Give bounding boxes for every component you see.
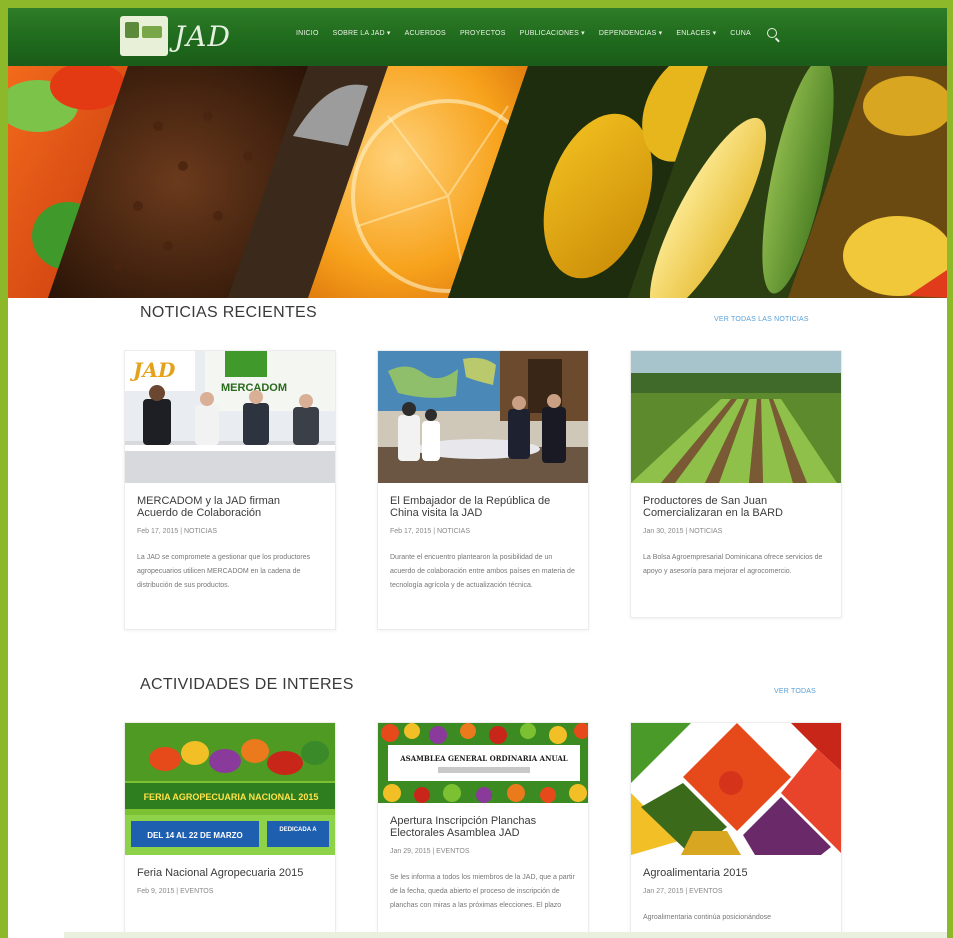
nav-item-enlaces[interactable]: ENLACES ▾ xyxy=(676,29,716,37)
activity-card-3-title[interactable]: Agroalimentaria 2015 xyxy=(643,867,829,879)
nav-item-publicaciones[interactable]: PUBLICACIONES ▾ xyxy=(520,29,585,37)
svg-text:JAD: JAD xyxy=(129,358,176,382)
news-card-3[interactable]: Productores de San Juan Comercializaran … xyxy=(630,350,842,618)
news-card-1-excerpt: La JAD se compromete a gestionar que los… xyxy=(137,554,311,589)
nav-item-proyectos[interactable]: PROYECTOS xyxy=(460,30,506,37)
news-card-2-image[interactable] xyxy=(378,351,588,483)
activity-card-2-meta: Jan 29, 2015 | EVENTOS xyxy=(390,848,470,855)
activity-card-2-title[interactable]: Apertura Inscripción Planchas Electorale… xyxy=(390,815,576,839)
news-card-2-meta: Feb 17, 2015 | NOTICIAS xyxy=(390,528,471,535)
activity-card-3[interactable]: Agroalimentaria 2015 Jan 27, 2015 | EVEN… xyxy=(630,722,842,938)
activity-card-3-image[interactable] xyxy=(631,723,841,855)
activities-section-title: ACTIVIDADES DE INTERES xyxy=(140,676,354,693)
logo-emblem xyxy=(120,16,168,56)
news-card-1-title[interactable]: MERCADOM y la JAD firman Acuerdo de Cola… xyxy=(137,495,323,519)
search-icon[interactable] xyxy=(766,28,777,38)
news-card-2[interactable]: El Embajador de la República de China vi… xyxy=(377,350,589,630)
news-card-3-title[interactable]: Productores de San Juan Comercializaran … xyxy=(643,495,829,519)
activity-card-2[interactable]: ASAMBLEA GENERAL ORDINARIA ANUAL Apertur… xyxy=(377,722,589,938)
activity-card-1-meta: Feb 9, 2015 | EVENTOS xyxy=(137,888,214,895)
news-card-3-meta: Jan 30, 2015 | NOTICIAS xyxy=(643,528,723,535)
activity-card-3-excerpt: Agroalimentaria continúa posicionándose xyxy=(643,914,772,921)
nav-item-sobre[interactable]: SOBRE LA JAD ▾ xyxy=(333,29,391,37)
nav-item-cuna[interactable]: CUNA xyxy=(730,30,751,37)
svg-text:DEDICADA A: DEDICADA A xyxy=(279,827,317,833)
news-card-1-meta: Feb 17, 2015 | NOTICIAS xyxy=(137,528,218,535)
see-all-news-link[interactable]: VER TODAS LAS NOTICIAS xyxy=(714,316,809,323)
activity-card-2-image[interactable]: ASAMBLEA GENERAL ORDINARIA ANUAL xyxy=(378,723,588,803)
hero-image xyxy=(8,66,947,298)
news-card-3-excerpt: La Bolsa Agroempresarial Dominicana ofre… xyxy=(643,554,823,575)
news-card-1[interactable]: JAD MERCADOM MERCADOM y la JAD firman Ac… xyxy=(124,350,336,630)
nav-item-inicio[interactable]: INICIO xyxy=(296,30,319,37)
svg-text:DEL 14 AL 22 DE MARZO: DEL 14 AL 22 DE MARZO xyxy=(147,831,242,840)
activity-card-1-image[interactable]: FERIA AGROPECUARIA NACIONAL 2015 DEL 14 … xyxy=(125,723,335,855)
news-card-3-image[interactable] xyxy=(631,351,841,483)
svg-text:ASAMBLEA GENERAL ORDINARIA ANU: ASAMBLEA GENERAL ORDINARIA ANUAL xyxy=(399,754,568,763)
site-header: JAD INICIO SOBRE LA JAD ▾ ACUERDOS PROYE… xyxy=(8,8,947,66)
main-nav: INICIO SOBRE LA JAD ▾ ACUERDOS PROYECTOS… xyxy=(296,28,777,38)
activity-card-1[interactable]: FERIA AGROPECUARIA NACIONAL 2015 DEL 14 … xyxy=(124,722,336,938)
news-section-title: NOTICIAS RECIENTES xyxy=(140,304,317,321)
see-all-activities-link[interactable]: VER TODAS xyxy=(774,688,816,695)
news-card-2-title[interactable]: El Embajador de la República de China vi… xyxy=(390,495,576,519)
site-logo[interactable]: JAD xyxy=(120,16,231,56)
bottom-strip xyxy=(64,932,947,938)
activity-card-3-meta: Jan 27, 2015 | EVENTOS xyxy=(643,888,723,895)
activity-card-1-title[interactable]: Feria Nacional Agropecuaria 2015 xyxy=(137,867,323,879)
news-card-1-image[interactable]: JAD MERCADOM xyxy=(125,351,335,483)
svg-text:FERIA AGROPECUARIA NACIONAL 20: FERIA AGROPECUARIA NACIONAL 2015 xyxy=(144,792,319,802)
nav-item-dependencias[interactable]: DEPENDENCIAS ▾ xyxy=(599,29,663,37)
activity-card-2-excerpt: Se les informa a todos los miembros de l… xyxy=(390,874,575,909)
hero-slider[interactable] xyxy=(8,66,947,298)
browser-frame: JAD INICIO SOBRE LA JAD ▾ ACUERDOS PROYE… xyxy=(0,0,953,938)
logo-text: JAD xyxy=(174,19,231,53)
news-card-2-excerpt: Durante el encuentro plantearon la posib… xyxy=(390,554,575,589)
nav-item-acuerdos[interactable]: ACUERDOS xyxy=(405,30,446,37)
